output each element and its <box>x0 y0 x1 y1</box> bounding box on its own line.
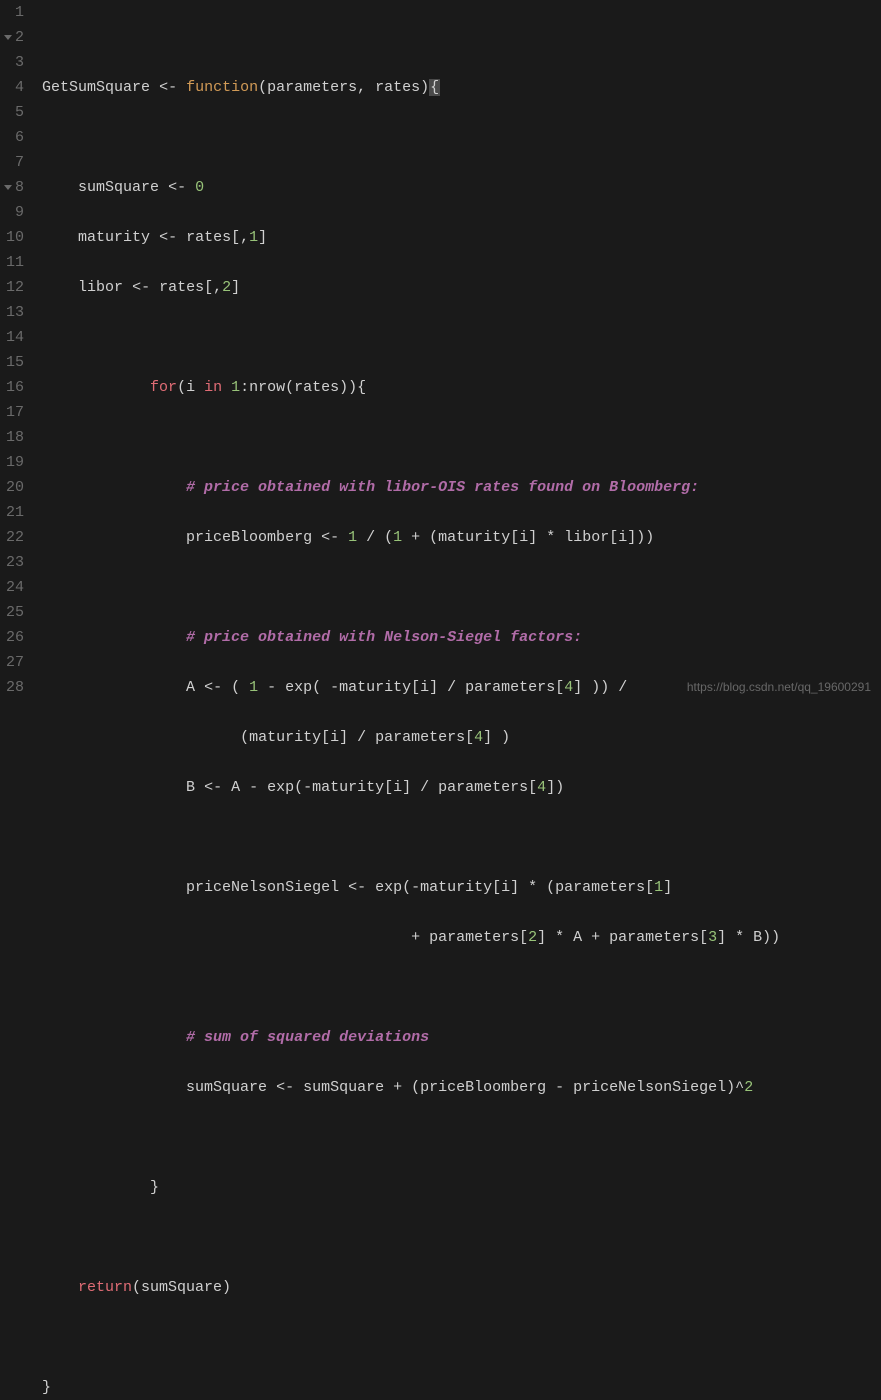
line-number: 21 <box>6 500 24 525</box>
line-number: 20 <box>6 475 24 500</box>
code-line <box>42 1325 881 1350</box>
code-line: } <box>42 1175 881 1200</box>
code-line: priceBloomberg <- 1 / (1 + (maturity[i] … <box>42 525 881 550</box>
line-number: 26 <box>6 625 24 650</box>
code-line: } <box>42 1375 881 1400</box>
line-number: 6 <box>6 125 24 150</box>
code-line <box>42 325 881 350</box>
code-line: # sum of squared deviations <box>42 1025 881 1050</box>
code-line <box>42 825 881 850</box>
line-number: 7 <box>6 150 24 175</box>
code-line: maturity <- rates[,1] <box>42 225 881 250</box>
line-number: 5 <box>6 100 24 125</box>
line-number: 13 <box>6 300 24 325</box>
code-line: sumSquare <- 0 <box>42 175 881 200</box>
line-number: 12 <box>6 275 24 300</box>
code-editor[interactable]: 1 2 3 4 5 6 7 8 9 10 11 12 13 14 15 16 1… <box>0 0 881 700</box>
line-number: 11 <box>6 250 24 275</box>
code-line: B <- A - exp(-maturity[i] / parameters[4… <box>42 775 881 800</box>
line-number: 24 <box>6 575 24 600</box>
code-line <box>42 1225 881 1250</box>
watermark-text: https://blog.csdn.net/qq_19600291 <box>687 680 871 694</box>
line-number: 16 <box>6 375 24 400</box>
code-line: # price obtained with libor-OIS rates fo… <box>42 475 881 500</box>
fold-icon[interactable] <box>4 185 12 190</box>
line-number: 27 <box>6 650 24 675</box>
code-line <box>42 975 881 1000</box>
line-number: 19 <box>6 450 24 475</box>
line-number: 17 <box>6 400 24 425</box>
code-line <box>42 25 881 50</box>
code-line <box>42 125 881 150</box>
line-number: 22 <box>6 525 24 550</box>
code-line <box>42 425 881 450</box>
code-line <box>42 1125 881 1150</box>
line-number: 3 <box>6 50 24 75</box>
line-number: 14 <box>6 325 24 350</box>
code-line: priceNelsonSiegel <- exp(-maturity[i] * … <box>42 875 881 900</box>
line-number: 15 <box>6 350 24 375</box>
code-line <box>42 575 881 600</box>
line-number: 23 <box>6 550 24 575</box>
fold-icon[interactable] <box>4 35 12 40</box>
line-number: 9 <box>6 200 24 225</box>
code-line: for(i in 1:nrow(rates)){ <box>42 375 881 400</box>
line-number: 25 <box>6 600 24 625</box>
code-line: + parameters[2] * A + parameters[3] * B)… <box>42 925 881 950</box>
line-number: 4 <box>6 75 24 100</box>
line-number: 28 <box>6 675 24 700</box>
code-line: GetSumSquare <- function(parameters, rat… <box>42 75 881 100</box>
line-number: 18 <box>6 425 24 450</box>
line-number: 8 <box>6 175 24 200</box>
code-line: libor <- rates[,2] <box>42 275 881 300</box>
code-line: (maturity[i] / parameters[4] ) <box>42 725 881 750</box>
code-content[interactable]: GetSumSquare <- function(parameters, rat… <box>34 0 881 700</box>
line-number: 2 <box>6 25 24 50</box>
line-number-gutter: 1 2 3 4 5 6 7 8 9 10 11 12 13 14 15 16 1… <box>0 0 34 700</box>
line-number: 10 <box>6 225 24 250</box>
code-line: sumSquare <- sumSquare + (priceBloomberg… <box>42 1075 881 1100</box>
code-line: return(sumSquare) <box>42 1275 881 1300</box>
line-number: 1 <box>6 0 24 25</box>
code-line: # price obtained with Nelson-Siegel fact… <box>42 625 881 650</box>
